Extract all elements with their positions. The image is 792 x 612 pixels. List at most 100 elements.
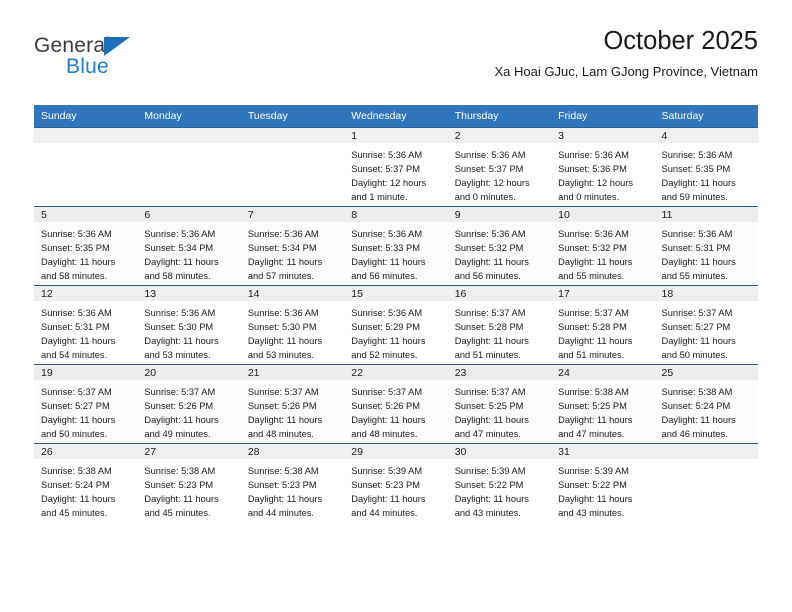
calendar-day-cell[interactable]: 30 Sunrise: 5:39 AM Sunset: 5:22 PM Dayligh… [447, 443, 552, 522]
calendar-day-cell[interactable]: 31 Sunrise: 5:39 AM Sunset: 5:22 PM Dayligh… [551, 443, 655, 522]
daylight-text-line2: and 52 minutes. [351, 350, 418, 361]
calendar-day-cell[interactable]: 28 Sunrise: 5:38 AM Sunset: 5:23 PM Dayligh… [240, 443, 345, 522]
calendar-day-cell[interactable]: 29 Sunrise: 5:39 AM Sunset: 5:23 PM Dayligh… [344, 443, 448, 522]
day-number: 31 [551, 444, 655, 459]
calendar-day-cell[interactable]: 11 Sunrise: 5:36 AM Sunset: 5:31 PM Dayligh… [654, 206, 758, 286]
weekday-header-row: Sunday Monday Tuesday Wednesday Thursday… [34, 105, 758, 128]
calendar-day-cell[interactable]: 6 Sunrise: 5:36 AM Sunset: 5:34 PM Daylight… [137, 206, 241, 286]
daylight-text-line2: and 0 minutes. [454, 192, 516, 203]
daylight-text-line1: Daylight: 11 hours [454, 336, 529, 347]
sunset-text: Sunset: 5:23 PM [144, 480, 214, 491]
calendar-day-cell[interactable]: 26 Sunrise: 5:38 AM Sunset: 5:24 PM Dayligh… [34, 443, 138, 522]
calendar-day-cell[interactable]: 3 Sunrise: 5:36 AM Sunset: 5:36 PM Daylight… [551, 127, 655, 207]
day-number: 25 [654, 365, 758, 380]
calendar-day-cell[interactable]: 18 Sunrise: 5:37 AM Sunset: 5:27 PM Dayligh… [654, 285, 758, 365]
sunrise-text: Sunrise: 5:36 AM [41, 308, 112, 318]
day-details: Sunrise: 5:37 AM Sunset: 5:25 PM Daylight:… [448, 380, 551, 442]
daylight-text-line1: Daylight: 11 hours [454, 257, 529, 268]
logo-text-blue: Blue [66, 55, 109, 78]
calendar-day-cell[interactable]: 15 Sunrise: 5:36 AM Sunset: 5:29 PM Dayligh… [344, 285, 448, 365]
calendar-day-cell[interactable]: 12 Sunrise: 5:36 AM Sunset: 5:31 PM Dayligh… [34, 285, 138, 365]
day-number: 23 [447, 365, 552, 380]
calendar-day-cell[interactable]: 23 Sunrise: 5:37 AM Sunset: 5:25 PM Dayligh… [447, 364, 552, 444]
daylight-text-line2: and 45 minutes. [144, 508, 211, 519]
sunset-text: Sunset: 5:25 PM [558, 401, 627, 412]
calendar-day-cell[interactable]: 4 Sunrise: 5:36 AM Sunset: 5:35 PM Daylight… [654, 127, 758, 207]
sunrise-text: Sunrise: 5:38 AM [144, 466, 216, 476]
sunrise-text: Sunrise: 5:36 AM [351, 229, 423, 239]
daylight-text-line2: and 53 minutes. [144, 350, 211, 361]
calendar-day-cell[interactable]: 5 Sunrise: 5:36 AM Sunset: 5:35 PM Daylight… [34, 206, 138, 286]
calendar-day-cell-empty [34, 127, 138, 207]
day-number: 29 [344, 444, 448, 459]
daylight-text-line2: and 56 minutes. [454, 271, 521, 282]
day-details: Sunrise: 5:36 AM Sunset: 5:30 PM Daylight:… [137, 301, 240, 363]
sunset-text: Sunset: 5:25 PM [454, 401, 524, 412]
calendar-day-cell[interactable]: 13 Sunrise: 5:36 AM Sunset: 5:30 PM Dayligh… [137, 285, 241, 365]
calendar-day-cell[interactable]: 10 Sunrise: 5:36 AM Sunset: 5:32 PM Dayligh… [551, 206, 655, 286]
calendar-day-cell[interactable]: 1 Sunrise: 5:36 AM Sunset: 5:37 PM Daylight… [344, 127, 448, 207]
daylight-text-line1: Daylight: 12 hours [558, 178, 634, 189]
day-details: Sunrise: 5:37 AM Sunset: 5:26 PM Daylight:… [344, 380, 447, 442]
day-number: 24 [551, 365, 655, 380]
daylight-text-line1: Daylight: 11 hours [247, 336, 323, 347]
day-details: Sunrise: 5:38 AM Sunset: 5:24 PM Daylight:… [655, 380, 758, 442]
day-details: Sunrise: 5:39 AM Sunset: 5:22 PM Daylight:… [448, 459, 551, 521]
calendar-day-cell[interactable]: 19 Sunrise: 5:37 AM Sunset: 5:27 PM Dayligh… [34, 364, 138, 444]
day-details: Sunrise: 5:36 AM Sunset: 5:31 PM Daylight:… [655, 222, 758, 284]
calendar-day-cell[interactable]: 9 Sunrise: 5:36 AM Sunset: 5:32 PM Daylight… [447, 206, 552, 286]
calendar-day-cell[interactable]: 25 Sunrise: 5:38 AM Sunset: 5:24 PM Dayligh… [654, 364, 758, 444]
calendar-day-cell[interactable]: 27 Sunrise: 5:38 AM Sunset: 5:23 PM Dayligh… [137, 443, 241, 522]
calendar-day-cell[interactable]: 2 Sunrise: 5:36 AM Sunset: 5:37 PM Daylight… [447, 127, 552, 207]
daylight-text-line2: and 47 minutes. [454, 429, 521, 440]
daylight-text-line1: Daylight: 11 hours [558, 336, 633, 347]
day-details: Sunrise: 5:36 AM Sunset: 5:33 PM Daylight:… [344, 222, 447, 284]
daylight-text-line1: Daylight: 11 hours [247, 257, 323, 268]
calendar-day-cell[interactable]: 14 Sunrise: 5:36 AM Sunset: 5:30 PM Dayligh… [240, 285, 345, 365]
daylight-text-line2: and 59 minutes. [661, 192, 728, 203]
sunset-text: Sunset: 5:34 PM [247, 243, 317, 254]
day-details: Sunrise: 5:36 AM Sunset: 5:35 PM Daylight:… [655, 143, 758, 205]
daylight-text-line2: and 44 minutes. [351, 508, 418, 519]
day-number: 2 [447, 128, 552, 143]
daylight-text-line2: and 43 minutes. [558, 508, 625, 519]
sunrise-text: Sunrise: 5:37 AM [41, 387, 112, 397]
daylight-text-line2: and 44 minutes. [247, 508, 314, 519]
day-number: 21 [240, 365, 345, 380]
daylight-text-line2: and 56 minutes. [351, 271, 418, 282]
daylight-text-line2: and 51 minutes. [558, 350, 625, 361]
daylight-text-line1: Daylight: 11 hours [661, 336, 736, 347]
day-details: Sunrise: 5:36 AM Sunset: 5:32 PM Daylight:… [551, 222, 654, 284]
calendar-day-cell[interactable]: 17 Sunrise: 5:37 AM Sunset: 5:28 PM Dayligh… [551, 285, 655, 365]
sunset-text: Sunset: 5:22 PM [454, 480, 524, 491]
day-details: Sunrise: 5:39 AM Sunset: 5:22 PM Daylight:… [551, 459, 654, 521]
calendar-day-cell[interactable]: 24 Sunrise: 5:38 AM Sunset: 5:25 PM Dayligh… [551, 364, 655, 444]
daylight-text-line1: Daylight: 11 hours [351, 336, 426, 347]
day-number: 6 [137, 207, 241, 222]
sunrise-text: Sunrise: 5:36 AM [661, 150, 733, 160]
daylight-text-line1: Daylight: 11 hours [41, 415, 116, 426]
calendar-day-cell[interactable]: 7 Sunrise: 5:36 AM Sunset: 5:34 PM Daylight… [240, 206, 345, 286]
daylight-text-line2: and 45 minutes. [41, 508, 108, 519]
page-title: October 2025 [603, 27, 758, 55]
daylight-text-line1: Daylight: 11 hours [351, 257, 426, 268]
calendar-day-cell[interactable]: 8 Sunrise: 5:36 AM Sunset: 5:33 PM Daylight… [344, 206, 448, 286]
day-number: 12 [34, 286, 138, 301]
daylight-text-line2: and 57 minutes. [247, 271, 314, 282]
daylight-text-line2: and 51 minutes. [454, 350, 521, 361]
daylight-text-line2: and 48 minutes. [351, 429, 418, 440]
day-details: Sunrise: 5:36 AM Sunset: 5:31 PM Daylight:… [34, 301, 137, 363]
calendar-day-cell[interactable]: 22 Sunrise: 5:37 AM Sunset: 5:26 PM Dayligh… [344, 364, 448, 444]
sunset-text: Sunset: 5:36 PM [558, 164, 627, 175]
calendar-day-cell[interactable]: 16 Sunrise: 5:37 AM Sunset: 5:28 PM Dayligh… [447, 285, 552, 365]
title-block: October 2025 Xa Hoai GJuc, Lam GJong Pro… [495, 28, 759, 79]
daylight-text-line1: Daylight: 11 hours [454, 415, 529, 426]
calendar-day-cell[interactable]: 20 Sunrise: 5:37 AM Sunset: 5:26 PM Dayligh… [137, 364, 241, 444]
sunset-text: Sunset: 5:29 PM [351, 322, 420, 333]
calendar-week-row: 26 Sunrise: 5:38 AM Sunset: 5:24 PM Dayligh… [34, 443, 758, 522]
sunset-text: Sunset: 5:37 PM [351, 164, 420, 175]
daylight-text-line1: Daylight: 11 hours [41, 257, 116, 268]
calendar-day-cell[interactable]: 21 Sunrise: 5:37 AM Sunset: 5:26 PM Dayligh… [240, 364, 345, 444]
daylight-text-line1: Daylight: 11 hours [661, 257, 736, 268]
sunset-text: Sunset: 5:26 PM [144, 401, 214, 412]
